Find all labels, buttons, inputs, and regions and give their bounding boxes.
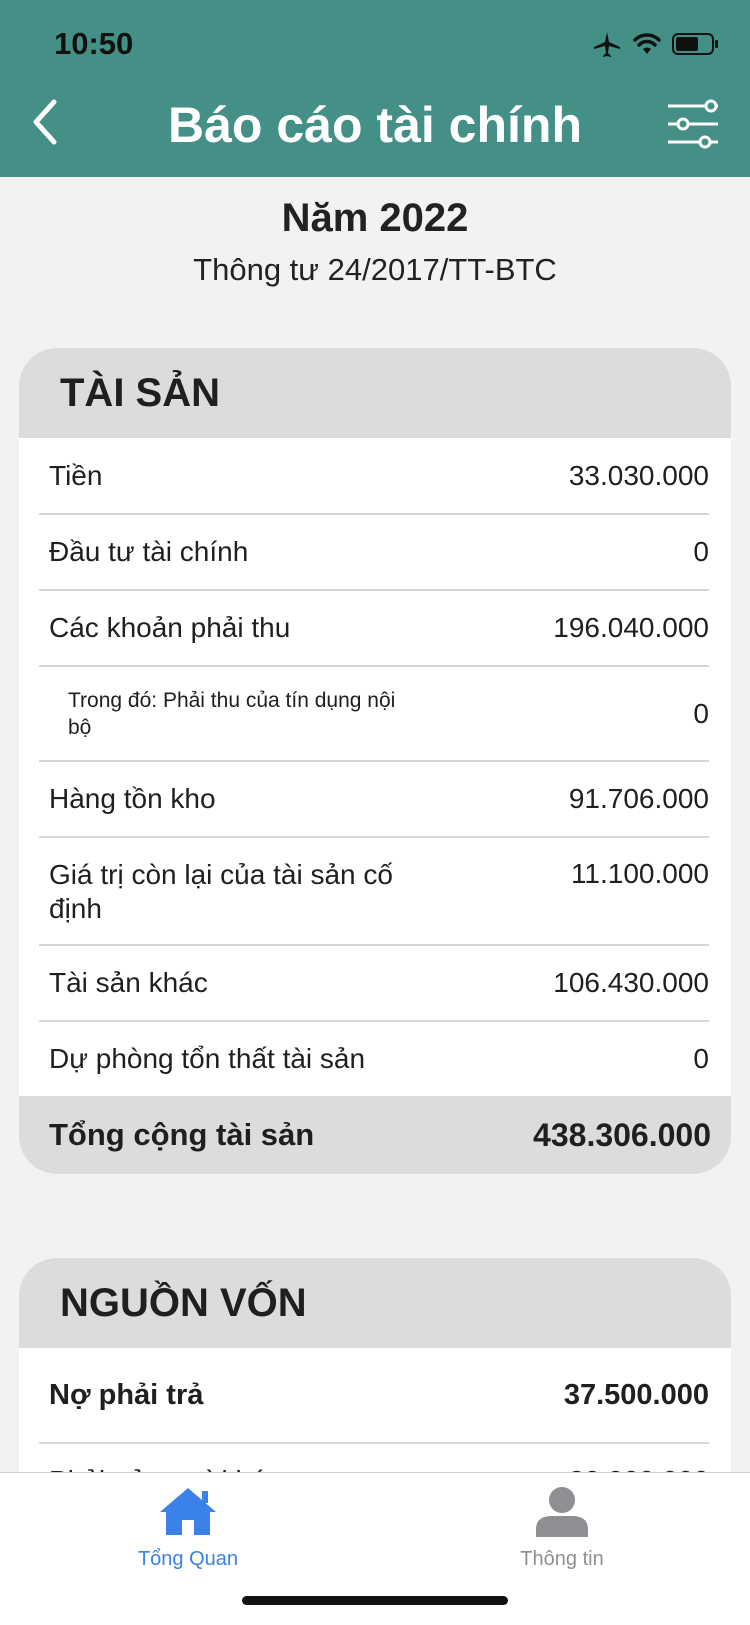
row-label: Tài sản khác <box>49 967 208 998</box>
assets-card: TÀI SẢN Tiền 33.030.000 Đầu tư tài chính… <box>19 348 731 1174</box>
table-row[interactable]: Dự phòng tổn thất tài sản 0 <box>39 1022 709 1096</box>
row-label: Trong đó: Phải thu của tín dụng nội bộ <box>68 688 396 739</box>
table-row[interactable]: Trong đó: Phải thu của tín dụng nội bộ 0 <box>39 667 709 762</box>
battery-icon <box>672 33 718 55</box>
row-label: Các khoản phải thu <box>49 612 291 643</box>
page-title: Báo cáo tài chính <box>168 97 582 153</box>
assets-header: TÀI SẢN <box>19 348 731 438</box>
row-value: 33.030.000 <box>568 459 709 491</box>
row-label: Đầu tư tài chính <box>49 536 249 567</box>
row-value: 106.430.000 <box>553 967 709 998</box>
row-value: 196.040.000 <box>553 612 709 643</box>
tab-overview[interactable]: Tổng Quan <box>88 1485 288 1571</box>
tab-label: Thông tin <box>520 1548 604 1570</box>
row-label: Nợ phải trả <box>49 1379 204 1411</box>
home-icon <box>160 1488 216 1535</box>
user-icon <box>536 1487 588 1537</box>
row-value: 37.500.000 <box>563 1378 709 1411</box>
row-label: Tiền <box>49 459 103 491</box>
sliders-icon <box>668 99 718 149</box>
total-label: Tổng cộng tài sản <box>49 1117 315 1152</box>
table-row[interactable]: Đầu tư tài chính 0 <box>39 515 709 591</box>
wifi-icon <box>633 33 661 54</box>
table-row[interactable]: Giá trị còn lại của tài sản cố định 11.1… <box>39 838 709 946</box>
report-year: Năm 2022 <box>281 196 469 240</box>
filter-button[interactable] <box>666 98 720 150</box>
assets-total-row: Tổng cộng tài sản 438.306.000 <box>19 1096 731 1174</box>
table-row[interactable]: Tiền 33.030.000 <box>39 438 709 515</box>
row-value: 0 <box>693 697 709 729</box>
table-row[interactable]: Hàng tồn kho 91.706.000 <box>39 762 709 838</box>
airplane-icon <box>594 32 620 57</box>
app-header: 10:50 Báo cáo tài chính <box>0 0 750 177</box>
tab-info[interactable]: Thông tin <box>462 1485 662 1571</box>
capital-header: NGUỒN VỐN <box>19 1258 731 1348</box>
row-value: 0 <box>693 536 709 567</box>
total-value: 438.306.000 <box>533 1116 711 1153</box>
table-row[interactable]: Các khoản phải thu 196.040.000 <box>39 591 709 667</box>
home-indicator <box>242 1596 508 1605</box>
row-label: Dự phòng tổn thất tài sản <box>49 1043 366 1074</box>
row-label: Giá trị còn lại của tài sản cố định <box>49 859 393 924</box>
row-label: Hàng tồn kho <box>49 783 216 814</box>
row-value: 0 <box>693 1043 709 1074</box>
row-value: 11.100.000 <box>570 858 709 889</box>
table-row[interactable]: Tài sản khác 106.430.000 <box>39 946 709 1022</box>
row-value: 91.706.000 <box>568 783 709 814</box>
status-time: 10:50 <box>54 26 134 61</box>
tab-label: Tổng Quan <box>137 1548 239 1570</box>
status-icons <box>592 30 720 58</box>
report-circular: Thông tư 24/2017/TT-BTC <box>193 252 557 287</box>
table-row[interactable]: Nợ phải trả 37.500.000 <box>39 1348 709 1444</box>
